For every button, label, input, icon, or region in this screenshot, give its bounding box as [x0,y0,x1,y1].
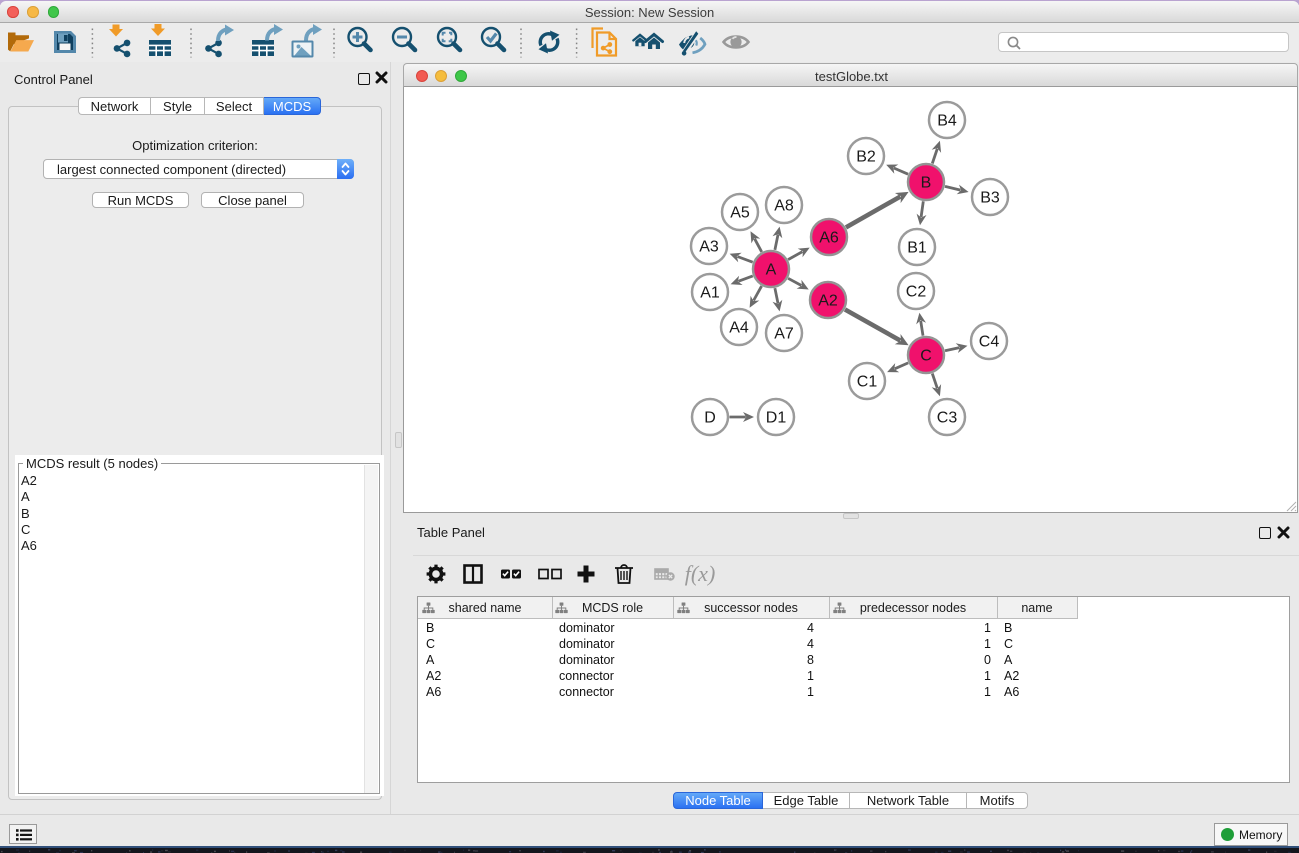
svg-text:A6: A6 [819,230,839,247]
svg-text:B4: B4 [937,113,957,130]
svg-text:B3: B3 [980,190,1000,207]
svg-text:f(x): f(x) [685,561,716,586]
svg-text:B2: B2 [856,149,876,166]
svg-text:A3: A3 [699,239,719,256]
svg-text:D: D [704,410,716,427]
svg-text:A1: A1 [700,285,720,302]
svg-text:A7: A7 [774,326,794,343]
svg-text:A4: A4 [729,320,749,337]
svg-text:A5: A5 [730,205,750,222]
svg-text:B1: B1 [907,240,927,257]
svg-text:C: C [920,348,932,365]
svg-text:B: B [921,175,932,192]
svg-text:D1: D1 [766,410,787,427]
svg-text:C1: C1 [857,374,878,391]
svg-text:A: A [766,262,777,279]
svg-text:A8: A8 [774,198,794,215]
svg-text:C4: C4 [979,334,1000,351]
svg-text:C2: C2 [906,284,927,301]
svg-text:A2: A2 [818,293,838,310]
svg-text:C3: C3 [937,410,958,427]
